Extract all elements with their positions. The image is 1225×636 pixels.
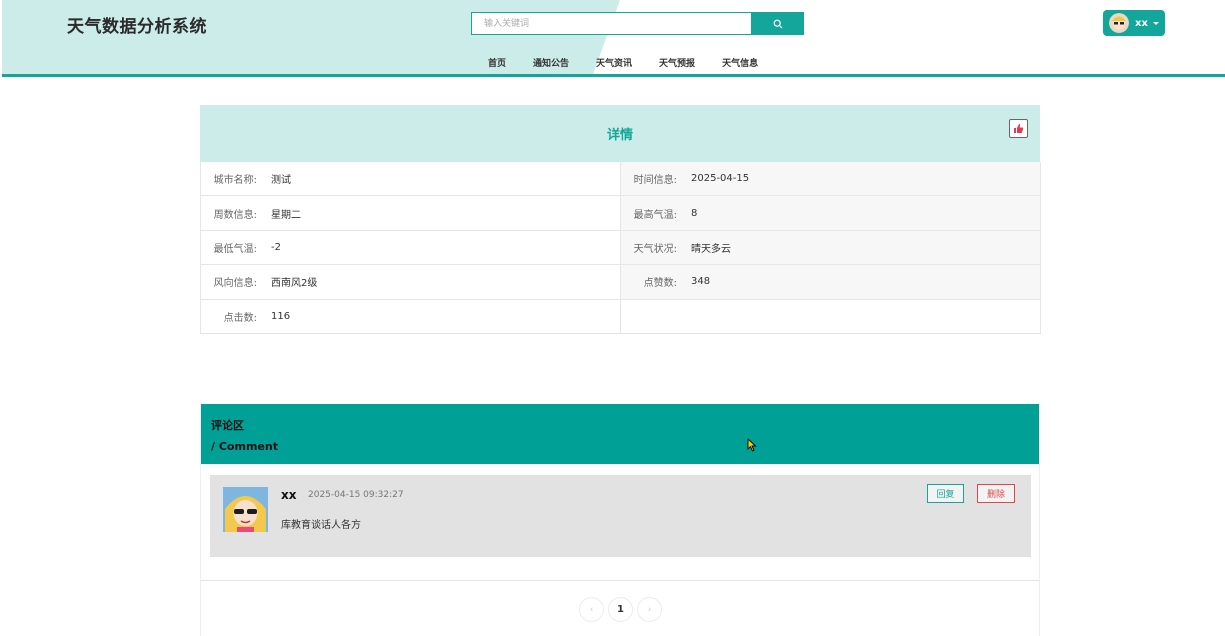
field-label: 天气状况:	[633, 243, 677, 255]
comment-time: 2025-04-15 09:32:27	[308, 490, 404, 500]
reply-button[interactable]: 回复	[927, 484, 964, 503]
detail-title: 详情	[606, 128, 633, 143]
field-condition: 天气状况: 晴天多云	[621, 230, 1041, 266]
empty-cell	[621, 299, 1041, 334]
field-min-temp: 最低气温: -2	[201, 230, 621, 266]
search-icon	[773, 19, 783, 28]
nav-item-home[interactable]: 首页	[488, 56, 506, 69]
field-city: 城市名称: 测试	[201, 162, 621, 197]
field-label: 点击数:	[223, 312, 257, 324]
like-button[interactable]	[1009, 119, 1028, 138]
field-label: 最高气温:	[633, 209, 677, 221]
comment-text: 库教育谈话人各方	[281, 520, 361, 531]
field-value: 2025-04-15	[691, 173, 750, 185]
pagination: ‹ 1 ›	[579, 597, 662, 622]
field-label: 时间信息:	[633, 175, 677, 187]
comment-header: 评论区 / Comment	[201, 404, 1039, 464]
nav-item-notices[interactable]: 通知公告	[533, 56, 569, 69]
field-label: 城市名称:	[213, 175, 257, 187]
field-value: 8	[691, 207, 698, 219]
detail-header: 详情	[200, 105, 1040, 162]
divider	[201, 580, 1039, 581]
comment-user: xx	[281, 488, 297, 502]
comment-section: 评论区 / Comment xx 2025-04-15 09:32:27 库教育…	[200, 404, 1040, 636]
nav-item-weather-info[interactable]: 天气信息	[722, 56, 758, 69]
field-value: 西南风2级	[271, 278, 318, 290]
avatar	[223, 487, 268, 532]
user-name: xx	[1135, 17, 1148, 29]
next-page-button[interactable]: ›	[637, 597, 662, 622]
field-value: -2	[271, 241, 281, 253]
chevron-down-icon	[1152, 21, 1159, 25]
field-max-temp: 最高气温: 8	[621, 196, 1041, 231]
field-value: 116	[271, 310, 291, 322]
field-label: 周数信息:	[213, 209, 257, 221]
field-value: 晴天多云	[691, 243, 731, 255]
comment-subtitle: / Comment	[211, 440, 278, 453]
nav-item-forecast[interactable]: 天气预报	[659, 56, 695, 69]
comment-title: 评论区	[211, 419, 244, 432]
search-button[interactable]	[752, 12, 804, 35]
search-bar	[471, 12, 804, 35]
delete-button[interactable]: 删除	[977, 484, 1015, 503]
user-menu-button[interactable]: xx	[1103, 10, 1165, 36]
nav-item-news[interactable]: 天气资讯	[596, 56, 632, 69]
field-date: 时间信息: 2025-04-15	[621, 162, 1041, 197]
avatar	[1109, 13, 1129, 33]
field-likes: 点赞数: 348	[621, 265, 1041, 300]
field-value: 星期二	[271, 209, 301, 221]
thumbs-up-icon	[1014, 124, 1024, 133]
search-input[interactable]	[471, 12, 752, 35]
comment-item: xx 2025-04-15 09:32:27 库教育谈话人各方 回复 删除	[210, 475, 1031, 557]
field-value: 测试	[271, 175, 291, 187]
site-header: 天气数据分析系统 首页 通知公告 天气资讯 天气预报 天气信息 xx	[2, 0, 1225, 77]
field-label: 最低气温:	[213, 243, 257, 255]
field-value: 348	[691, 276, 711, 288]
mouse-cursor-icon	[747, 438, 757, 452]
field-clicks: 点击数: 116	[201, 299, 621, 334]
field-label: 风向信息:	[213, 278, 257, 290]
main-nav: 首页 通知公告 天气资讯 天气预报 天气信息	[488, 56, 785, 69]
site-title: 天气数据分析系统	[67, 17, 207, 37]
field-weekday: 周数信息: 星期二	[201, 196, 621, 231]
prev-page-button[interactable]: ‹	[579, 597, 604, 622]
detail-grid: 城市名称: 测试 时间信息: 2025-04-15 周数信息: 星期二 最高气温…	[200, 162, 1041, 334]
field-label: 点赞数:	[643, 278, 677, 290]
detail-panel: 详情 城市名称: 测试 时间信息: 2025-04-15 周数信息: 星期二 最…	[200, 105, 1041, 334]
page-number-button[interactable]: 1	[608, 597, 633, 622]
field-wind: 风向信息: 西南风2级	[201, 265, 621, 300]
